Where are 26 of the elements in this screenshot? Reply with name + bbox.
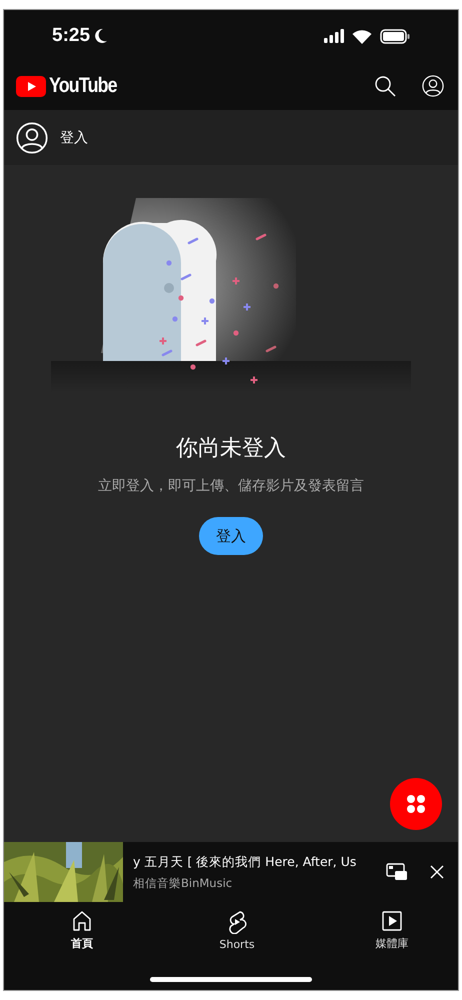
signal-icon bbox=[324, 29, 344, 43]
dots-icon bbox=[406, 794, 426, 814]
signin-label[interactable]: 登入 bbox=[60, 128, 88, 146]
library-icon bbox=[381, 910, 403, 932]
play-logo-icon bbox=[16, 76, 46, 96]
account-icon[interactable] bbox=[422, 75, 444, 97]
channel-name: 相信音樂BinMusic bbox=[133, 876, 234, 890]
logo-wordmark: YouTube bbox=[49, 74, 117, 98]
battery-icon bbox=[380, 28, 410, 44]
nav-tab[interactable]: Shorts bbox=[203, 908, 271, 953]
empty-message: 立即登入，即可上傳、儲存影片及發表留言 bbox=[98, 477, 364, 495]
cast-screen-icon[interactable] bbox=[386, 863, 408, 881]
search-icon[interactable] bbox=[374, 75, 396, 97]
home-icon bbox=[71, 910, 93, 932]
shorts-icon bbox=[226, 910, 248, 934]
wifi-icon bbox=[352, 28, 372, 44]
signin-button[interactable]: 登入 bbox=[199, 517, 263, 555]
nav-tab[interactable]: 媒體庫 bbox=[358, 908, 426, 953]
empty-title: 你尚未登入 bbox=[176, 435, 286, 463]
person-icon bbox=[16, 122, 48, 154]
video-title: y 五月天 [ 後來的我們 Here, After, Us bbox=[133, 854, 358, 870]
status-time: 5:25 bbox=[52, 25, 90, 47]
moon-icon bbox=[94, 28, 108, 44]
close-icon[interactable] bbox=[430, 865, 444, 879]
create-button[interactable] bbox=[390, 778, 442, 830]
nav-tab[interactable]: 首頁 bbox=[48, 908, 116, 953]
